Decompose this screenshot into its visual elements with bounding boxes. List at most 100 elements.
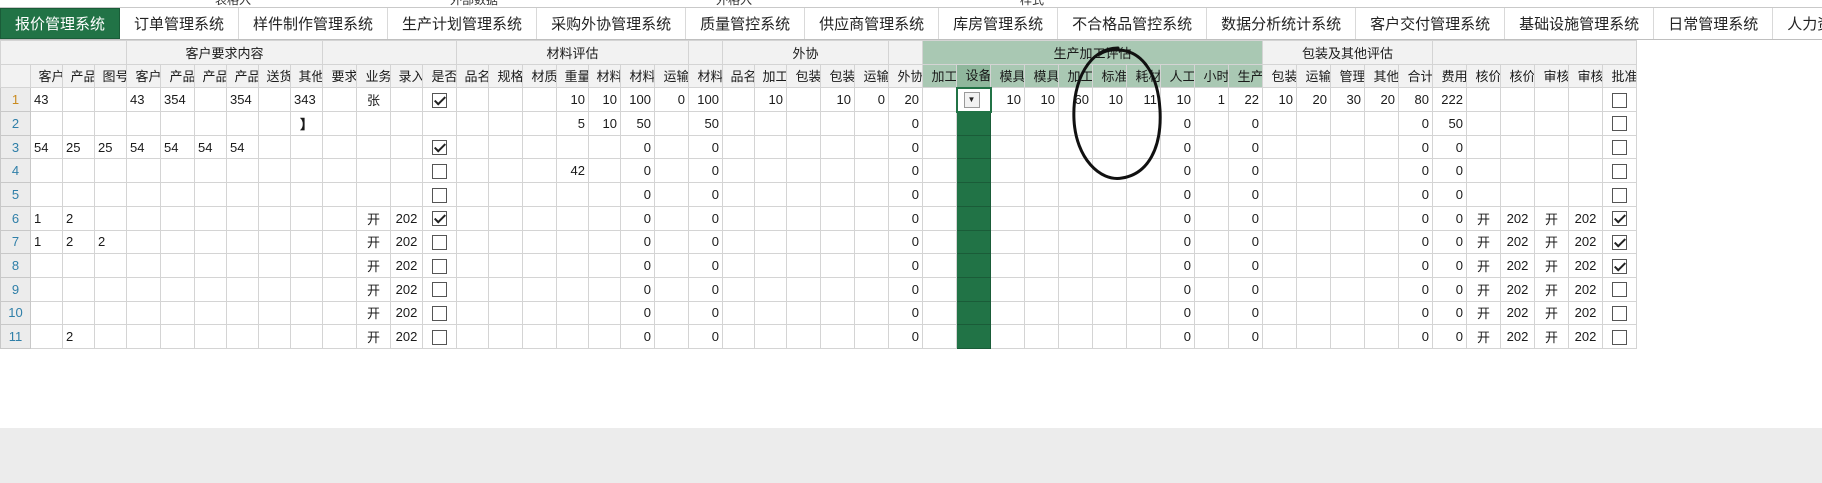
cell-c32[interactable] [1058, 324, 1093, 349]
cell-c40[interactable]: 30 [1330, 87, 1365, 113]
cell-c8[interactable] [258, 300, 291, 326]
cell-c5[interactable]: 354 [160, 87, 195, 113]
cell-c32[interactable] [1058, 158, 1093, 184]
equipment-type-cell[interactable]: ▼ [955, 86, 992, 113]
cell-c39[interactable] [1296, 134, 1331, 160]
column-header-c41[interactable]: 其他成本 [1364, 63, 1399, 89]
cell-c21[interactable]: 0 [688, 158, 723, 184]
column-header-c47[interactable]: 审核日期 [1568, 63, 1603, 89]
pass-quote-cell[interactable] [422, 87, 457, 113]
column-header-c40[interactable]: 管理成本 [1330, 63, 1365, 89]
cell-c22[interactable] [722, 300, 755, 326]
cell-c24[interactable] [786, 229, 821, 255]
cell-c42[interactable]: 80 [1398, 87, 1433, 113]
column-header-c21[interactable]: 材料评估费用 [688, 63, 723, 89]
cell-c23[interactable] [754, 324, 787, 349]
cell-c33[interactable] [1092, 300, 1127, 326]
cell-c4[interactable]: 43 [126, 87, 161, 113]
cell-c40[interactable] [1330, 300, 1365, 326]
cell-c30[interactable] [990, 276, 1025, 302]
column-header-c25[interactable]: 包装成本 [820, 63, 855, 89]
cell-c1[interactable]: 54 [30, 134, 63, 160]
cell-c6[interactable] [194, 111, 227, 136]
cell-c11[interactable]: 开 [356, 205, 391, 231]
tab-module[interactable]: 供应商管理系统 [805, 8, 940, 39]
cell-c39[interactable] [1296, 205, 1331, 231]
cell-c26[interactable] [854, 111, 889, 136]
cell-c11[interactable]: 开 [356, 324, 391, 349]
cell-c38[interactable] [1262, 253, 1297, 278]
cell-c17[interactable] [556, 182, 589, 207]
checkbox[interactable] [432, 305, 447, 321]
equipment-type-cell[interactable] [956, 158, 991, 184]
column-header-c23[interactable]: 加工费用 [754, 63, 787, 89]
column-header-c22[interactable]: 品名工序 [722, 63, 755, 89]
cell-c45[interactable]: 202 [1500, 324, 1535, 349]
cell-c21[interactable]: 0 [688, 134, 723, 160]
cell-c27[interactable]: 0 [888, 205, 923, 231]
cell-c43[interactable]: 0 [1432, 229, 1467, 255]
cell-c35[interactable]: 0 [1160, 182, 1195, 207]
cell-c47[interactable]: 202 [1568, 324, 1603, 349]
cell-c18[interactable] [588, 324, 621, 349]
cell-c25[interactable] [820, 205, 855, 231]
cell-c39[interactable] [1296, 158, 1331, 184]
column-header-c11[interactable]: 业务员 [356, 63, 391, 89]
cell-c5[interactable] [160, 276, 195, 302]
cell-c15[interactable] [488, 324, 523, 349]
cell-c11[interactable]: 开 [356, 276, 391, 302]
pass-quote-cell[interactable] [422, 134, 457, 160]
cell-c23[interactable] [754, 253, 787, 278]
column-header-c13[interactable]: 是否传递报价 [422, 63, 457, 89]
cell-c27[interactable]: 20 [888, 87, 923, 113]
cell-c28[interactable] [922, 158, 957, 184]
cell-c40[interactable] [1330, 276, 1365, 302]
cell-c24[interactable] [786, 205, 821, 231]
pass-quote-cell[interactable] [422, 229, 457, 255]
cell-c45[interactable] [1500, 134, 1535, 160]
cell-c32[interactable] [1058, 134, 1093, 160]
cell-c40[interactable] [1330, 158, 1365, 184]
cell-c16[interactable] [522, 300, 557, 326]
cell-c34[interactable] [1126, 205, 1161, 231]
cell-c10[interactable] [322, 111, 357, 136]
cell-c34[interactable]: 11 [1126, 87, 1161, 113]
cell-c15[interactable] [488, 205, 523, 231]
cell-c34[interactable] [1126, 134, 1161, 160]
cell-c10[interactable] [322, 158, 357, 184]
cell-c31[interactable] [1024, 276, 1059, 302]
cell-c23[interactable] [754, 205, 787, 231]
cell-c4[interactable] [126, 253, 161, 278]
cell-c28[interactable] [922, 229, 957, 255]
tab-module[interactable]: 生产计划管理系统 [388, 8, 538, 39]
tab-module[interactable]: 不合格品管控系统 [1058, 8, 1208, 39]
cell-c8[interactable] [258, 229, 291, 255]
approve-dev-cell[interactable] [1602, 111, 1637, 136]
column-header-c46[interactable]: 审核人 [1534, 63, 1569, 89]
cell-c41[interactable] [1364, 111, 1399, 136]
cell-c25[interactable] [820, 253, 855, 278]
cell-c45[interactable] [1500, 87, 1535, 113]
cell-c42[interactable]: 0 [1398, 134, 1433, 160]
cell-c22[interactable] [722, 182, 755, 207]
row-number[interactable]: 10 [0, 300, 31, 326]
cell-c3[interactable] [94, 182, 127, 207]
cell-c32[interactable]: 60 [1058, 87, 1093, 113]
cell-c15[interactable] [488, 182, 523, 207]
cell-c23[interactable] [754, 300, 787, 326]
row-number[interactable]: 6 [0, 205, 31, 231]
cell-c46[interactable] [1534, 182, 1569, 207]
cell-c45[interactable]: 202 [1500, 253, 1535, 278]
cell-c14[interactable] [456, 134, 489, 160]
checkbox[interactable] [432, 234, 447, 250]
cell-c45[interactable]: 202 [1500, 229, 1535, 255]
tab-module[interactable]: 客户交付管理系统 [1356, 8, 1506, 39]
cell-c38[interactable]: 10 [1262, 87, 1297, 113]
cell-c6[interactable] [194, 229, 227, 255]
cell-c16[interactable] [522, 253, 557, 278]
tab-module[interactable]: 库房管理系统 [939, 8, 1059, 39]
cell-c5[interactable] [160, 205, 195, 231]
cell-c28[interactable] [922, 111, 957, 136]
pass-quote-cell[interactable] [422, 300, 457, 326]
cell-c31[interactable] [1024, 182, 1059, 207]
